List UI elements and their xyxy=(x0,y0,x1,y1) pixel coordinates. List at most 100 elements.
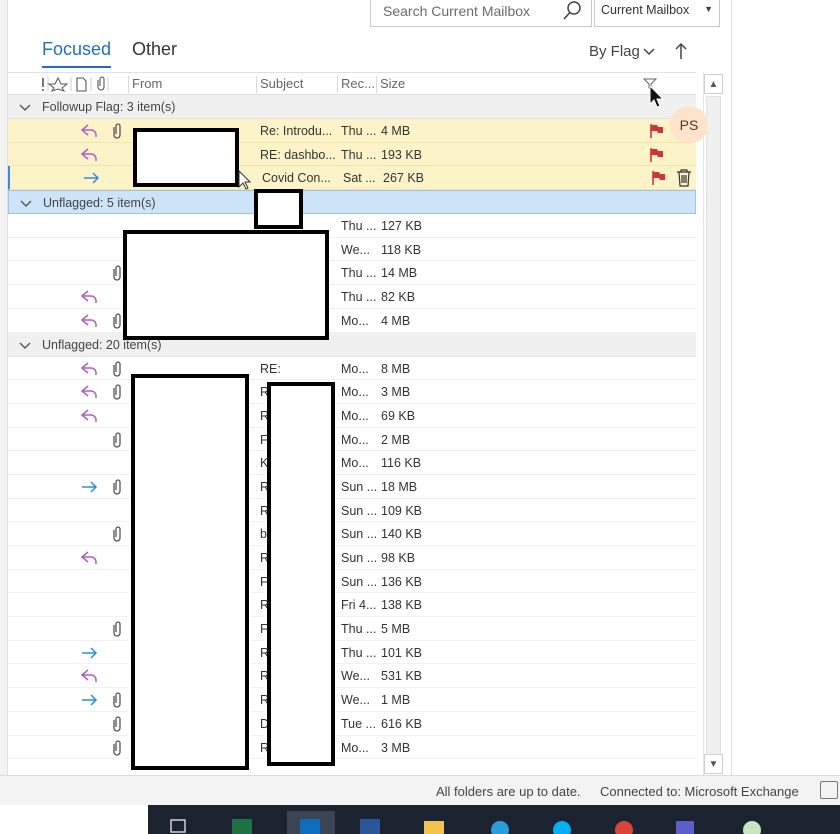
chevron-down-icon[interactable] xyxy=(18,338,32,352)
message-row[interactable]: Thu ... 82 KB xyxy=(8,285,696,309)
column-subject[interactable]: Subject xyxy=(256,76,338,93)
message-received: We... xyxy=(341,242,370,257)
message-size: 14 MB xyxy=(381,266,418,281)
redaction-box xyxy=(267,382,335,766)
attachment-icon xyxy=(113,692,121,708)
message-row[interactable]: Thu ... 127 KB xyxy=(8,214,696,238)
scroll-thumb[interactable] xyxy=(706,96,721,758)
message-row[interactable]: Re: Introdu... Thu ... 4 MB xyxy=(8,119,696,143)
scroll-up-button[interactable]: ▲ xyxy=(704,74,723,94)
message-row[interactable]: K Mo... 116 KB xyxy=(8,451,696,475)
message-row[interactable]: R Sun ... 98 KB xyxy=(8,546,696,570)
message-size: 1 MB xyxy=(381,693,411,708)
search-scope-dropdown[interactable]: Current Mailbox ▼ xyxy=(594,0,720,27)
pane-divider[interactable] xyxy=(731,0,732,775)
attachment-icon xyxy=(113,431,121,448)
flag-icon[interactable] xyxy=(649,147,664,163)
message-row[interactable]: RE: dashbo... Thu ... 193 KB xyxy=(8,142,696,167)
replied-icon xyxy=(80,551,97,564)
task-view-icon[interactable] xyxy=(168,816,192,834)
message-row[interactable]: Covid Con... Sat ... 267 KB xyxy=(8,166,696,191)
message-row[interactable]: R Mo... 69 KB xyxy=(8,403,696,428)
column-size[interactable]: Size xyxy=(376,76,646,93)
message-row[interactable]: R Mo... 3 MB xyxy=(8,735,696,760)
message-row[interactable]: R Sun ... 18 MB xyxy=(8,474,696,499)
forwarded-icon xyxy=(82,647,98,659)
message-size: 127 KB xyxy=(381,219,423,234)
tab-other[interactable]: Other xyxy=(132,39,177,60)
message-row[interactable]: R Thu ... 101 KB xyxy=(8,640,696,665)
delete-icon[interactable] xyxy=(676,169,692,187)
message-received: We... xyxy=(341,693,370,708)
scroll-down-button[interactable]: ▼ xyxy=(704,754,723,774)
outlook-mail-list-window: Search Current Mailbox Current Mailbox ▼… xyxy=(0,0,840,834)
teams-icon[interactable] xyxy=(673,816,697,834)
message-row[interactable]: RE: Mo... 8 MB xyxy=(8,356,696,381)
skype-icon[interactable] xyxy=(550,816,574,834)
attachment-icon xyxy=(113,716,121,732)
search-icon[interactable] xyxy=(561,0,583,22)
message-size: 118 KB xyxy=(381,242,422,257)
message-row[interactable]: F Mo... 2 MB xyxy=(8,427,696,452)
group-header[interactable]: Followup Flag: 3 item(s) xyxy=(8,95,696,119)
message-received: Mo... xyxy=(341,385,369,400)
view-toggle-icon[interactable] xyxy=(820,781,838,799)
message-row[interactable]: F Sun ... 136 KB xyxy=(8,569,696,594)
sort-direction-up-icon[interactable] xyxy=(672,41,690,61)
search-scope-label: Current Mailbox xyxy=(601,3,690,17)
message-row[interactable]: b Sun ... 140 KB xyxy=(8,522,696,546)
chevron-down-icon[interactable] xyxy=(18,100,32,114)
outlook-icon[interactable] xyxy=(298,816,322,834)
message-row[interactable]: Mo... 4 MB xyxy=(8,308,696,333)
message-row[interactable]: R We... 1 MB xyxy=(8,688,696,712)
header-icon-columns[interactable] xyxy=(40,76,132,92)
message-size: 109 KB xyxy=(381,503,423,518)
message-subject: RE: xyxy=(260,361,281,376)
message-received: Sun ... xyxy=(341,527,378,542)
excel-icon[interactable] xyxy=(230,816,254,834)
text-cursor-icon xyxy=(238,170,251,190)
message-received: Mo... xyxy=(341,456,369,471)
message-subject: Covid Con... xyxy=(262,171,331,186)
message-subject: RE: dashbo... xyxy=(260,147,336,162)
message-row[interactable]: D Tue ... 616 KB xyxy=(8,711,696,736)
chrome-icon[interactable] xyxy=(612,816,636,834)
message-row[interactable]: Thu ... 14 MB xyxy=(8,261,696,286)
arrange-by-dropdown[interactable]: By Flag xyxy=(589,43,640,60)
message-row[interactable]: We... 118 KB xyxy=(8,237,696,262)
search-box[interactable]: Search Current Mailbox xyxy=(370,0,592,27)
taskbar-search-area[interactable] xyxy=(0,805,148,834)
replied-icon xyxy=(80,361,97,375)
message-received: Mo... xyxy=(341,432,369,447)
edge-icon[interactable] xyxy=(488,816,512,834)
group-header-selected[interactable]: Unflagged: 5 item(s) xyxy=(8,190,696,215)
search-input[interactable]: Search Current Mailbox xyxy=(383,3,530,19)
sync-status: All folders are up to date. xyxy=(436,784,581,799)
attachment-icon xyxy=(113,384,121,400)
message-row[interactable]: R Fri 4... 138 KB xyxy=(8,593,696,618)
message-row[interactable]: R Sun ... 109 KB xyxy=(8,498,696,523)
chevron-down-icon[interactable] xyxy=(642,44,656,58)
message-row[interactable]: R Mo... 3 MB xyxy=(8,380,696,404)
message-list-scrollbar[interactable]: ▲ ▼ xyxy=(703,72,723,775)
avatar[interactable]: PS xyxy=(670,106,708,144)
message-received: Thu ... xyxy=(341,147,377,162)
column-from[interactable]: From xyxy=(128,76,256,93)
tab-focused[interactable]: Focused xyxy=(42,39,112,68)
app-icon[interactable] xyxy=(740,816,764,834)
group-label: Followup Flag: 3 item(s) xyxy=(42,100,176,114)
message-size: 531 KB xyxy=(381,669,423,684)
flag-icon[interactable] xyxy=(651,170,666,186)
flag-icon[interactable] xyxy=(649,123,664,139)
file-explorer-icon[interactable] xyxy=(422,816,446,834)
group-header[interactable]: Unflagged: 20 item(s) xyxy=(8,332,696,357)
message-received: Mo... xyxy=(341,408,369,423)
message-row[interactable]: F Thu ... 5 MB xyxy=(8,617,696,641)
message-size: 82 KB xyxy=(381,290,416,305)
message-row[interactable]: R We... 531 KB xyxy=(8,664,696,689)
column-received[interactable]: Rec... xyxy=(337,76,377,93)
word-icon[interactable] xyxy=(358,816,382,834)
chevron-down-icon[interactable] xyxy=(19,196,33,210)
chevron-down-icon: ▼ xyxy=(704,4,713,14)
message-list: Followup Flag: 3 item(s) Re: Introdu... … xyxy=(8,95,696,773)
